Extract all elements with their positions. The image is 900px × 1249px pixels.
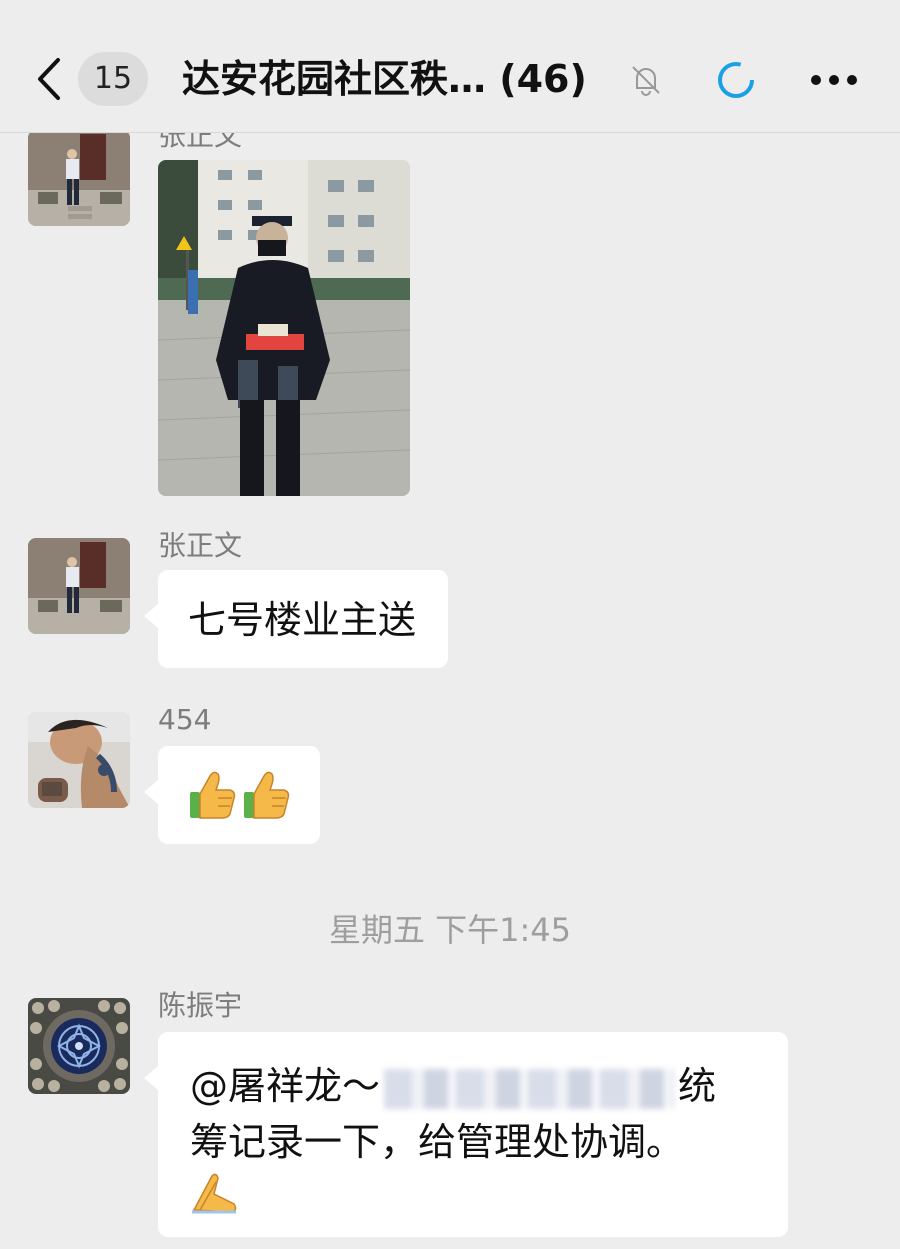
- avatar[interactable]: [28, 712, 130, 808]
- redacted-text: [384, 1068, 675, 1109]
- image-message[interactable]: [158, 160, 410, 496]
- folded-hands-icon: [192, 1173, 237, 1214]
- thumbs-up-icon: [190, 771, 236, 819]
- chevron-left-icon[interactable]: [30, 52, 70, 106]
- unread-count-badge[interactable]: 15: [78, 52, 148, 106]
- chat-header: 15 达安花园社区秩… (46): [0, 0, 900, 133]
- text-bubble[interactable]: 七号楼业主送: [143, 570, 449, 668]
- mention-text[interactable]: @屠祥龙～: [190, 1064, 380, 1108]
- chat-title[interactable]: 达安花园社区秩… (46): [182, 52, 622, 106]
- sender-name: 陈振宇: [158, 989, 243, 1022]
- bell-off-icon: [632, 66, 660, 96]
- loading-ring-icon: [718, 62, 754, 98]
- avatar[interactable]: [28, 130, 130, 226]
- avatar[interactable]: [28, 998, 130, 1094]
- emoji-bubble[interactable]: [144, 746, 320, 844]
- message-text-line: @屠祥龙～统: [190, 1064, 717, 1109]
- text-bubble[interactable]: @屠祥龙～统 筹记录一下，给管理处协调。: [144, 1032, 788, 1237]
- message-text-line: 筹记录一下，给管理处协调。: [190, 1120, 685, 1164]
- timestamp-divider: 星期五 下午1:45: [328, 911, 572, 949]
- avatar[interactable]: [28, 538, 130, 634]
- thumbs-up-icon: [244, 771, 290, 819]
- sender-name: 张正文: [158, 529, 243, 562]
- message-text: 七号楼业主送: [188, 598, 417, 642]
- sender-name: 454: [158, 703, 212, 736]
- ellipsis-icon[interactable]: [806, 58, 862, 102]
